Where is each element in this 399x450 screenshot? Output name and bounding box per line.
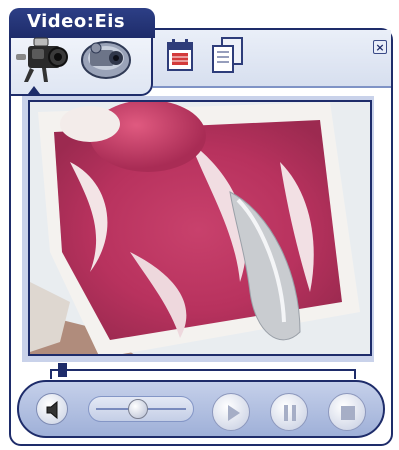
play-button[interactable] [212,393,250,431]
copy-pages-icon[interactable] [210,36,246,78]
video-display[interactable] [28,100,372,356]
volume-button[interactable] [36,393,68,425]
calendar-icon[interactable] [166,38,194,76]
volume-slider-thumb[interactable] [127,399,148,419]
video-frame-image [30,102,370,354]
movie-camera-icon[interactable] [78,36,134,86]
timeline-thumb[interactable] [58,363,67,377]
window-title: Video:Eis [27,11,126,32]
pause-button[interactable] [270,393,308,431]
stop-button[interactable] [328,393,366,431]
close-icon: × [375,41,385,54]
camcorder-icon[interactable] [14,34,76,88]
close-button[interactable]: × [373,40,387,54]
pause-icon [284,405,296,421]
play-icon [228,405,240,421]
speaker-icon [46,400,58,420]
timeline-track[interactable] [50,369,356,379]
stop-icon [341,406,355,420]
